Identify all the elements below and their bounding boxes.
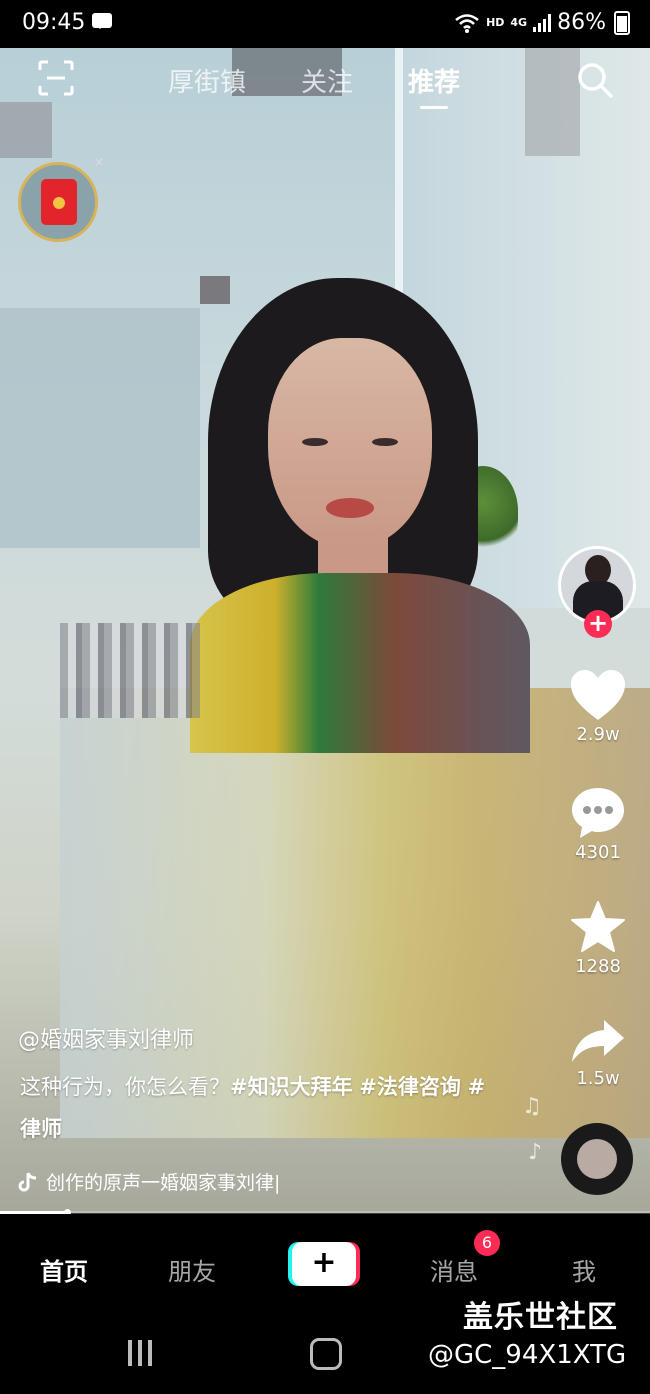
nav-friends[interactable]: 朋友 <box>168 1252 216 1287</box>
scan-icon[interactable] <box>38 60 74 96</box>
favorite-count: 1288 <box>575 956 621 977</box>
glitch-artifact <box>200 276 230 304</box>
music-disc[interactable] <box>561 1123 633 1195</box>
nav-home[interactable]: 首页 <box>40 1252 88 1287</box>
signal-icon <box>533 13 552 32</box>
comment-icon <box>572 788 624 838</box>
recents-icon[interactable] <box>128 1340 158 1370</box>
hashtag[interactable]: #法律咨询 <box>359 1075 461 1099</box>
star-icon <box>571 901 625 952</box>
search-icon[interactable] <box>575 60 615 100</box>
top-tabs: 厚街镇 关注 推荐 <box>168 62 515 109</box>
like-button[interactable]: 2.9w <box>558 668 638 745</box>
music-note-icon: ♫ <box>522 1094 542 1119</box>
glitch-artifact <box>60 623 200 718</box>
share-count: 1.5w <box>576 1068 620 1089</box>
create-button[interactable]: + <box>292 1242 356 1286</box>
glitch-artifact <box>525 48 580 156</box>
author-name[interactable]: @婚姻家事刘律师 <box>18 1022 194 1054</box>
tab-following[interactable]: 关注 <box>301 62 353 99</box>
music-title: 创作的原声一婚姻家事刘律| <box>46 1172 281 1194</box>
battery-percent: 86% <box>557 10 606 35</box>
network-label: HD <box>486 16 505 29</box>
person-mouth <box>326 498 374 518</box>
share-button[interactable]: 1.5w <box>558 1016 638 1089</box>
person-eye <box>302 438 328 446</box>
person-shirt <box>190 573 530 753</box>
network-gen: 4G <box>510 16 528 29</box>
background-shelf <box>0 308 200 548</box>
red-envelope-icon <box>41 179 77 225</box>
wifi-icon <box>455 13 479 33</box>
nav-me[interactable]: 我 <box>572 1252 596 1287</box>
status-time: 09:45 <box>22 10 86 35</box>
person-face <box>268 338 432 548</box>
disc-cover <box>577 1139 617 1179</box>
music-note-icon: ♪ <box>528 1140 543 1165</box>
share-icon <box>572 1020 624 1062</box>
nav-messages[interactable]: 消息 <box>430 1252 478 1287</box>
favorite-button[interactable]: 1288 <box>558 900 638 977</box>
comment-count: 4301 <box>575 842 621 863</box>
tiktok-note-icon <box>18 1171 37 1191</box>
tab-local[interactable]: 厚街镇 <box>168 62 246 99</box>
home-icon[interactable] <box>310 1338 342 1370</box>
hashtag[interactable]: #知识大拜年 <box>230 1075 353 1099</box>
follow-button[interactable]: + <box>584 610 612 638</box>
comment-button[interactable]: 4301 <box>558 786 638 863</box>
music-info[interactable]: 创作的原声一婚姻家事刘律| <box>18 1168 280 1195</box>
description-text: 这种行为，你怎么看？ <box>20 1075 230 1099</box>
battery-icon <box>614 10 630 35</box>
video-description: 这种行为，你怎么看？#知识大拜年 #法律咨询 #律师 <box>20 1066 490 1150</box>
red-packet-button[interactable] <box>18 162 98 242</box>
watermark-title: 盖乐世社区 <box>463 1300 618 1335</box>
red-packet-close[interactable]: × <box>94 155 104 169</box>
like-count: 2.9w <box>576 724 620 745</box>
message-icon <box>92 13 112 29</box>
status-bar: 09:45 HD 4G 86% <box>0 0 650 48</box>
heart-icon <box>571 670 625 720</box>
person-eye <box>372 438 398 446</box>
glitch-artifact <box>0 102 52 158</box>
message-badge: 6 <box>474 1230 500 1256</box>
watermark-handle: @GC_94X1XTG <box>428 1340 627 1370</box>
status-right: HD 4G 86% <box>454 10 630 35</box>
tab-recommended[interactable]: 推荐 <box>408 62 460 109</box>
